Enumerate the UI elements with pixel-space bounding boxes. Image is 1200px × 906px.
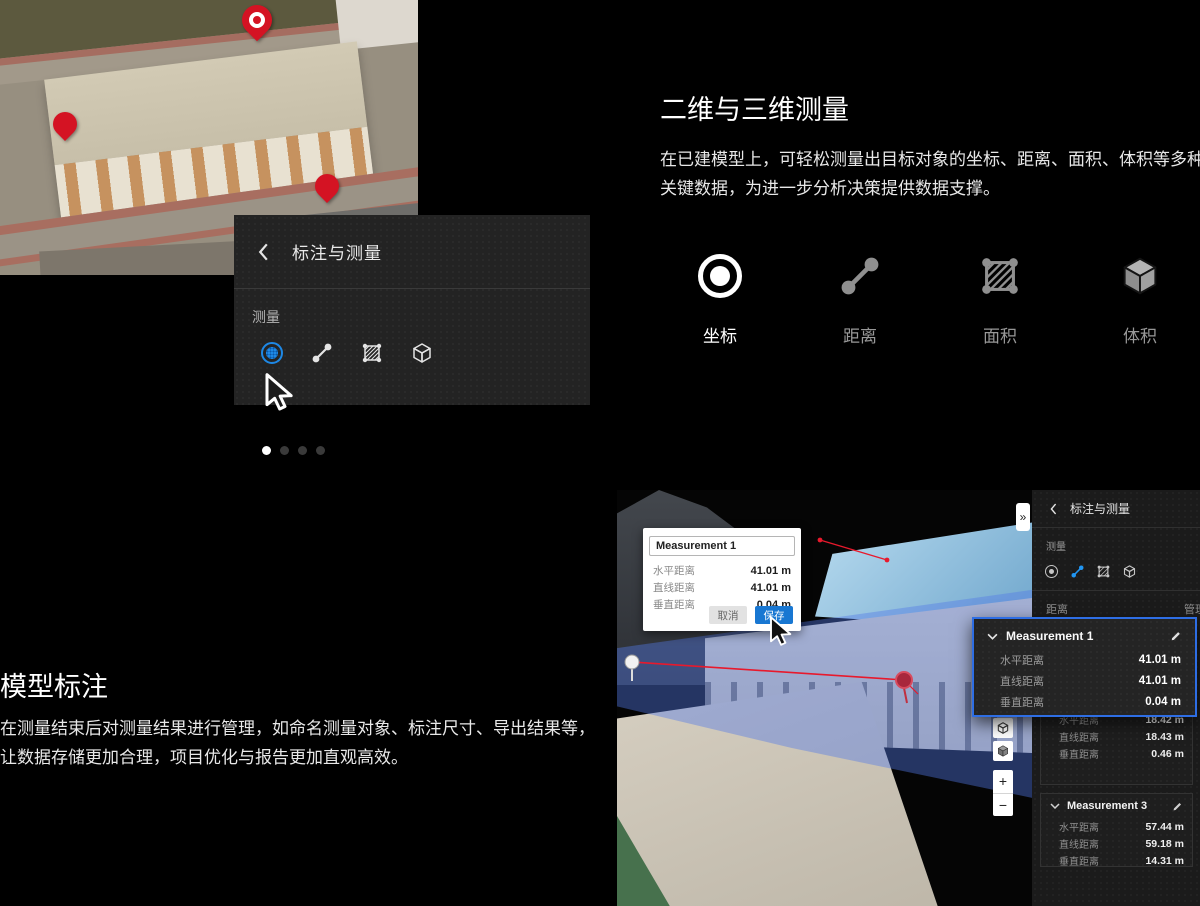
coordinate-icon [1045, 565, 1058, 578]
feature-area: 面积 [940, 248, 1060, 347]
metric-value: 0.46 m [1151, 748, 1184, 760]
area-tool-button[interactable] [1096, 564, 1111, 579]
zoom-control: + − [993, 770, 1013, 816]
divider [1032, 590, 1200, 591]
metric-label: 直线距离 [1059, 729, 1099, 744]
carousel-dot[interactable] [280, 446, 289, 455]
popup-row-value: 41.01 m [751, 582, 791, 594]
measure-panel-title: 标注与测量 [292, 239, 382, 264]
cursor-arrow-icon [260, 373, 294, 418]
popup-row: 直线距离 41.01 m [643, 579, 801, 596]
carousel-dot[interactable] [262, 446, 271, 455]
measurement-name: Measurement 1 [1006, 629, 1169, 643]
area-icon [360, 341, 384, 365]
sidebar-expand-button[interactable]: » [1016, 503, 1030, 531]
metric-label: 直线距离 [1059, 836, 1099, 851]
carousel-dot[interactable] [298, 446, 307, 455]
distance-tool-button[interactable] [1070, 564, 1085, 579]
sidebar-tools-row [1044, 561, 1200, 581]
popup-row-value: 41.01 m [751, 565, 791, 577]
section-title-measure: 二维与三维测量 [660, 88, 849, 127]
section-body-measure: 在已建模型上，可轻松测量出目标对象的坐标、距离、面积、体积等多种关键数据，为进一… [660, 146, 1200, 204]
chevron-down-icon[interactable] [986, 630, 998, 642]
volume-tool-button[interactable] [410, 341, 434, 365]
coordinate-icon [698, 248, 742, 304]
view-toolbar [993, 718, 1013, 761]
zoom-out-button[interactable]: − [993, 794, 1013, 817]
cancel-button[interactable]: 取消 [709, 606, 747, 624]
metric-value: 57.44 m [1145, 821, 1184, 833]
popup-row-label: 水平距离 [653, 563, 695, 578]
page: 标注与测量 测量 [0, 0, 1200, 906]
carousel [262, 446, 325, 455]
edit-pencil-icon[interactable] [1169, 629, 1183, 643]
metric-label: 垂直距离 [1000, 694, 1044, 710]
metric-label: 水平距离 [1000, 652, 1044, 668]
feature-label: 坐标 [703, 322, 737, 347]
metric-value: 0.04 m [1145, 696, 1181, 708]
chevron-down-icon[interactable] [1049, 800, 1061, 812]
back-chevron-icon[interactable] [252, 241, 274, 263]
feature-volume: 体积 [1080, 248, 1200, 347]
cube-outline-view-button[interactable] [993, 718, 1013, 738]
volume-icon [1117, 248, 1163, 304]
distance-icon [310, 341, 334, 365]
map-3d-view[interactable]: Measurement 1 水平距离 41.01 m 直线距离 41.01 m … [617, 490, 1032, 906]
sidebar-header: 标注与测量 [1032, 490, 1200, 528]
measurement-name: Measurement 3 [1067, 800, 1170, 812]
cursor-arrow-icon [765, 616, 793, 653]
measurement-card-3[interactable]: Measurement 3 水平距离 57.44 m 直线距离 59.18 m 垂直… [1040, 793, 1193, 867]
sidebar-title: 标注与测量 [1070, 500, 1130, 517]
measure-tools-row [260, 341, 590, 365]
metric-value: 14.31 m [1145, 855, 1184, 867]
measure-panel: 标注与测量 测量 [234, 215, 590, 405]
screenshot-measure-ui: Measurement 1 水平距离 41.01 m 直线距离 41.01 m … [617, 490, 1200, 906]
back-chevron-icon[interactable] [1046, 502, 1060, 516]
area-icon [977, 248, 1023, 304]
metric-value: 41.01 m [1139, 654, 1181, 666]
metric-label: 垂直距离 [1059, 853, 1099, 868]
measurement-card-1-highlighted[interactable]: Measurement 1 水平距离 41.01 m 直线距离 41.01 m 垂直… [972, 617, 1197, 717]
measure-endpoint-end [896, 672, 912, 688]
section-body-annotate: 在测量结束后对测量结果进行管理，如命名测量对象、标注尺寸、导出结果等，让数据存储… [0, 715, 604, 773]
coordinate-icon [261, 342, 283, 364]
metric-value: 59.18 m [1145, 838, 1184, 850]
popup-row: 水平距离 41.01 m [643, 562, 801, 579]
volume-icon [1122, 564, 1137, 579]
volume-tool-button[interactable] [1122, 564, 1137, 579]
feature-label: 距离 [843, 322, 877, 347]
area-icon [1096, 564, 1111, 579]
metric-label: 垂直距离 [1059, 746, 1099, 761]
coordinate-tool-button[interactable] [1044, 564, 1059, 579]
area-tool-button[interactable] [360, 341, 384, 365]
cube-solid-view-button[interactable] [993, 741, 1013, 761]
metric-value: 18.43 m [1145, 731, 1184, 743]
distance-tool-button[interactable] [310, 341, 334, 365]
tab-manage[interactable]: 管理 [1184, 601, 1200, 617]
feature-label: 面积 [983, 322, 1017, 347]
feature-label: 体积 [1123, 322, 1157, 347]
popup-row-label: 垂直距离 [653, 597, 695, 612]
sidebar-section-label: 测量 [1046, 538, 1200, 553]
section-title-annotate: 模型标注 [0, 665, 108, 704]
feature-icons-row: 坐标 距离 [660, 248, 1200, 347]
metric-value: 41.01 m [1139, 675, 1181, 687]
feature-coordinate: 坐标 [660, 248, 780, 347]
carousel-dot[interactable] [316, 446, 325, 455]
metric-label: 直线距离 [1000, 673, 1044, 689]
popup-row-label: 直线距离 [653, 580, 695, 595]
measurement-name-input[interactable]: Measurement 1 [649, 536, 795, 556]
zoom-in-button[interactable]: + [993, 770, 1013, 794]
measure-endpoint-start [625, 655, 639, 669]
tab-distance[interactable]: 距离 [1046, 601, 1068, 617]
feature-distance: 距离 [800, 248, 920, 347]
measure-panel-header: 标注与测量 [234, 215, 590, 289]
volume-icon [410, 341, 434, 365]
coordinate-tool-button[interactable] [260, 341, 284, 365]
metric-label: 水平距离 [1059, 819, 1099, 834]
measure-section-label: 测量 [252, 307, 590, 327]
distance-icon [1070, 564, 1085, 579]
edit-pencil-icon[interactable] [1170, 799, 1184, 813]
distance-icon [837, 248, 883, 304]
